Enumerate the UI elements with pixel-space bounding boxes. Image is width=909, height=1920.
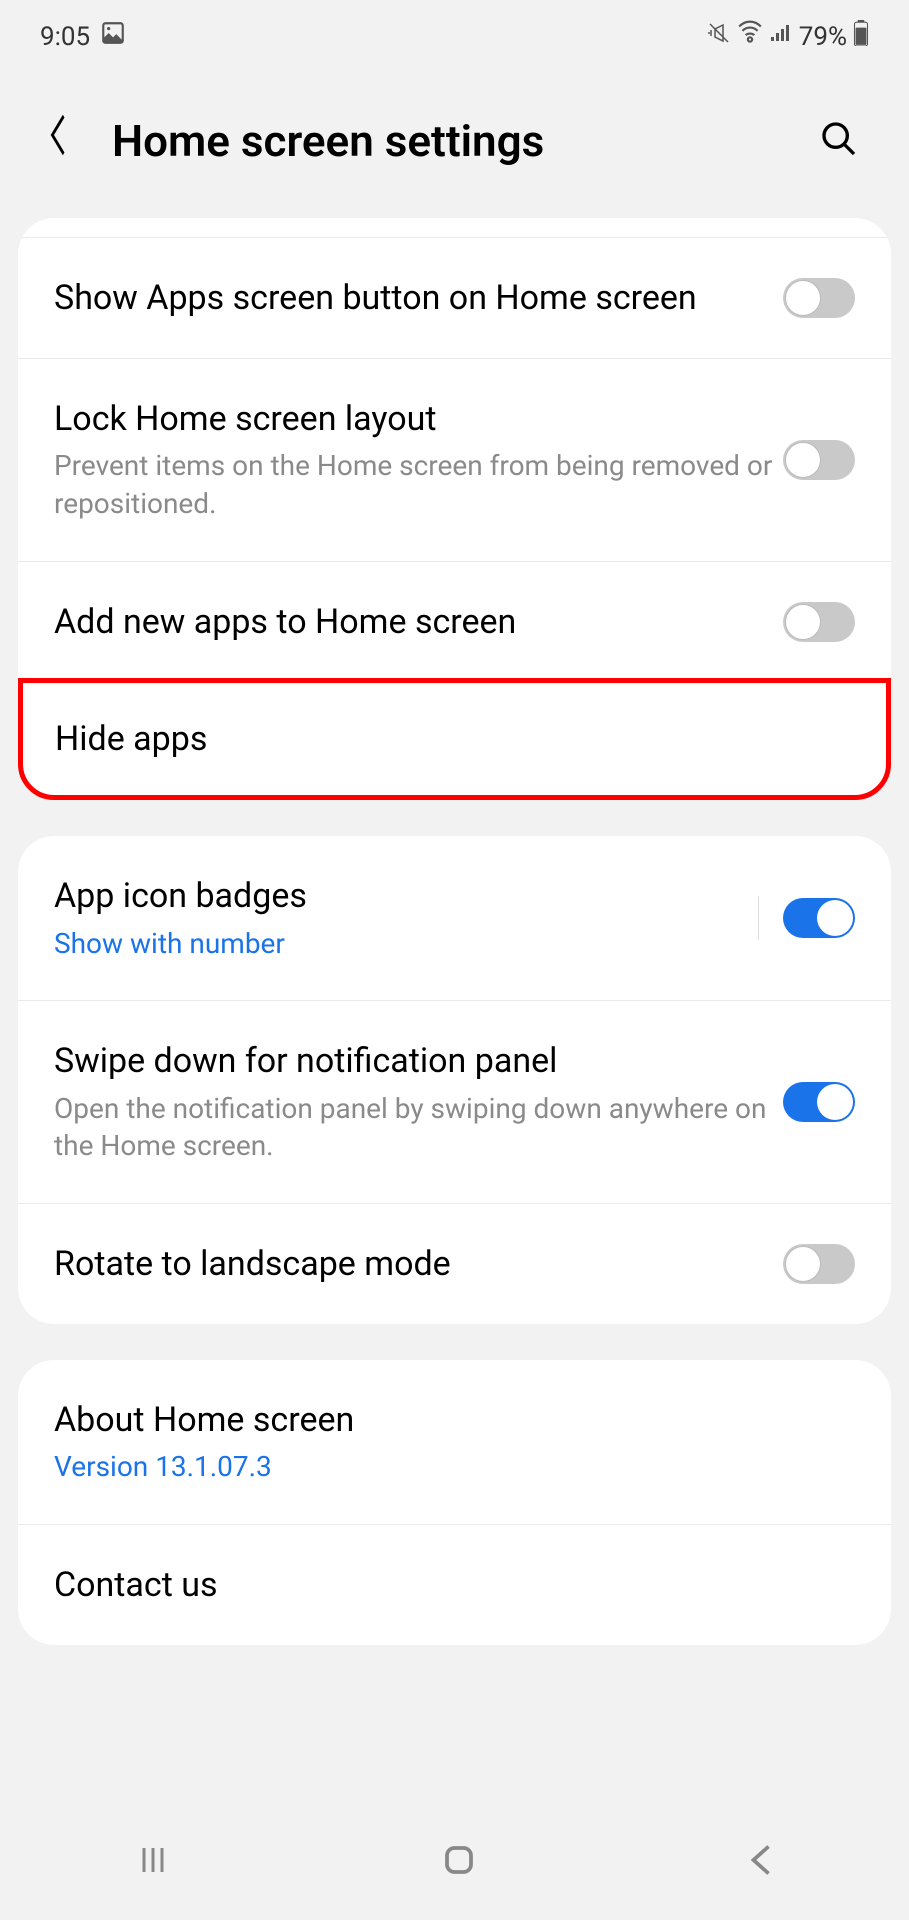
settings-section-3: About Home screen Version 13.1.07.3 Cont… bbox=[18, 1360, 891, 1645]
setting-rotate-landscape[interactable]: Rotate to landscape mode bbox=[18, 1204, 891, 1324]
vibrate-icon bbox=[707, 21, 731, 52]
status-time: 9:05 bbox=[40, 22, 90, 52]
setting-description: Prevent items on the Home screen from be… bbox=[54, 447, 783, 523]
settings-section-2: App icon badges Show with number Swipe d… bbox=[18, 836, 891, 1324]
toggle-lock-layout[interactable] bbox=[783, 440, 855, 480]
setting-label: Swipe down for notification panel bbox=[54, 1039, 783, 1083]
toggle-rotate[interactable] bbox=[783, 1244, 855, 1284]
setting-swipe-notification[interactable]: Swipe down for notification panel Open t… bbox=[18, 1001, 891, 1204]
back-nav-icon[interactable] bbox=[748, 1842, 774, 1882]
setting-description: Open the notification panel by swiping d… bbox=[54, 1090, 783, 1166]
wifi-icon bbox=[737, 20, 763, 53]
setting-description: Show with number bbox=[54, 925, 758, 963]
signal-icon bbox=[769, 21, 793, 52]
toggle-show-apps[interactable] bbox=[783, 278, 855, 318]
setting-about[interactable]: About Home screen Version 13.1.07.3 bbox=[18, 1360, 891, 1525]
toggle-app-badges[interactable] bbox=[783, 898, 855, 938]
nav-bar bbox=[0, 1808, 909, 1920]
gallery-icon bbox=[100, 20, 126, 53]
back-icon[interactable] bbox=[50, 113, 67, 168]
toggle-add-new-apps[interactable] bbox=[783, 602, 855, 642]
page-title: Home screen settings bbox=[112, 115, 544, 167]
setting-label: Add new apps to Home screen bbox=[54, 600, 783, 644]
battery-icon bbox=[853, 20, 869, 53]
search-icon[interactable] bbox=[819, 119, 859, 163]
setting-description: Version 13.1.07.3 bbox=[54, 1448, 855, 1486]
setting-hide-apps[interactable]: Hide apps bbox=[18, 678, 891, 800]
setting-label: Rotate to landscape mode bbox=[54, 1242, 783, 1286]
header: Home screen settings bbox=[0, 73, 909, 218]
setting-lock-layout[interactable]: Lock Home screen layout Prevent items on… bbox=[18, 359, 891, 562]
toggle-swipe-notification[interactable] bbox=[783, 1082, 855, 1122]
setting-app-icon-badges[interactable]: App icon badges Show with number bbox=[18, 836, 891, 1001]
setting-add-new-apps[interactable]: Add new apps to Home screen bbox=[18, 562, 891, 682]
setting-label: Hide apps bbox=[55, 717, 854, 761]
recent-apps-icon[interactable] bbox=[135, 1842, 171, 1882]
setting-label: Lock Home screen layout bbox=[54, 397, 783, 441]
setting-label: App icon badges bbox=[54, 874, 758, 918]
setting-label: Contact us bbox=[54, 1563, 855, 1607]
status-bar: 9:05 79% bbox=[0, 0, 909, 73]
home-icon[interactable] bbox=[441, 1842, 477, 1882]
setting-label: About Home screen bbox=[54, 1398, 855, 1442]
divider bbox=[758, 896, 759, 940]
battery-percent: 79% bbox=[799, 22, 847, 52]
setting-contact-us[interactable]: Contact us bbox=[18, 1525, 891, 1645]
setting-show-apps-button[interactable]: Show Apps screen button on Home screen bbox=[18, 238, 891, 359]
setting-label: Show Apps screen button on Home screen bbox=[54, 276, 783, 320]
